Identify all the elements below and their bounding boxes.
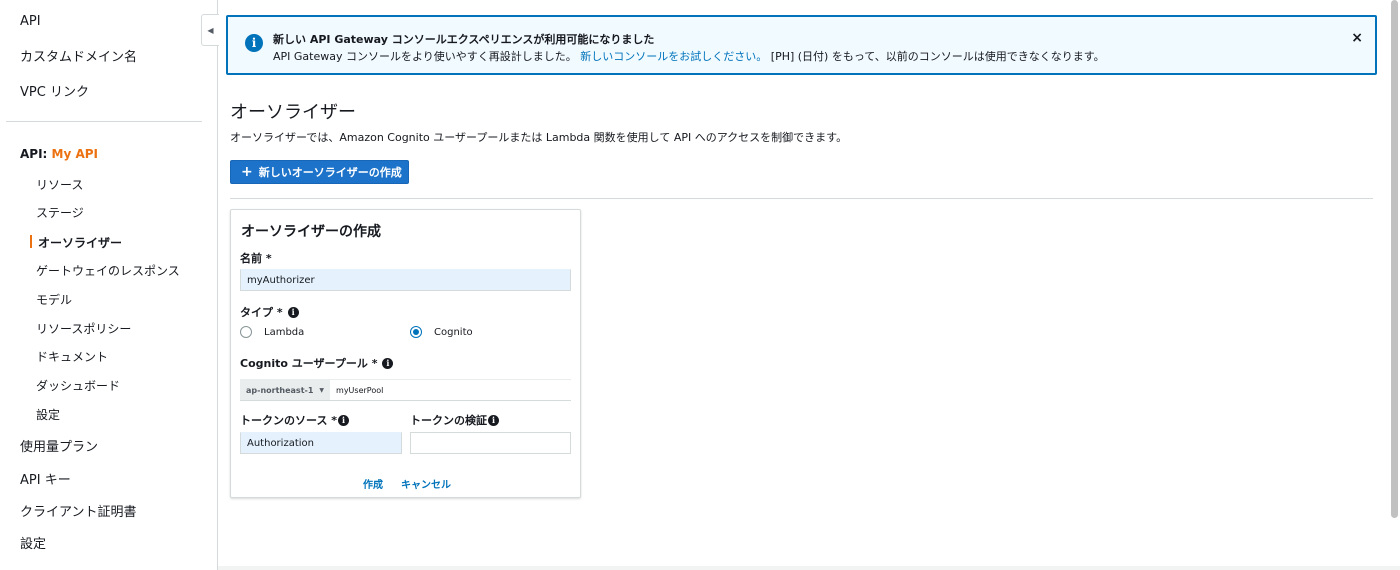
- radio-checked-icon: [410, 326, 422, 338]
- banner-title: 新しい API Gateway コンソールエクスペリエンスが利用可能になりました: [273, 33, 655, 46]
- sidebar-item-dashboard[interactable]: ダッシュボード: [36, 377, 120, 394]
- user-pool-info-icon[interactable]: i: [382, 357, 394, 369]
- banner-body-deadline: [PH] (日付) をもって、以前のコンソールは使用できなくなります。: [770, 50, 1105, 63]
- create-authorizer-button[interactable]: + 新しいオーソライザーの作成: [230, 160, 409, 184]
- create-authorizer-panel: オーソライザーの作成 名前 * myAuthorizer タイプ * i Lam…: [230, 209, 581, 498]
- user-pool-input[interactable]: myUserPool: [336, 386, 383, 395]
- active-indicator: [30, 235, 32, 248]
- info-icon: i: [245, 34, 263, 52]
- api-name-link[interactable]: My API: [52, 147, 99, 161]
- sidebar-item-resource-policy[interactable]: リソースポリシー: [36, 320, 131, 337]
- user-pool-field: ap-northeast-1 ▼ myUserPool: [240, 379, 571, 401]
- token-source-input[interactable]: Authorization: [240, 432, 402, 454]
- banner-body: API Gateway コンソールをより使いやすく再設計しました。 新しいコンソ…: [273, 48, 1105, 64]
- sidebar-item-stages[interactable]: ステージ: [36, 204, 84, 221]
- sidebar-item-api-settings[interactable]: 設定: [36, 406, 60, 423]
- cancel-button[interactable]: キャンセル: [401, 476, 451, 491]
- token-source-info-icon[interactable]: i: [338, 414, 350, 426]
- type-option-lambda: Lambda: [264, 326, 305, 338]
- caret-left-icon: ◀: [207, 25, 214, 35]
- page-scrollbar[interactable]: [1391, 0, 1398, 518]
- section-divider: [230, 198, 1373, 199]
- region-value: ap-northeast-1: [246, 385, 314, 395]
- sidebar-item-client-certificates[interactable]: クライアント証明書: [20, 501, 136, 520]
- sidebar-collapse-button[interactable]: ◀: [201, 14, 219, 46]
- api-prefix: API:: [20, 147, 52, 161]
- region-select[interactable]: ap-northeast-1 ▼: [240, 380, 331, 400]
- sidebar-item-vpc-link[interactable]: VPC リンク: [20, 81, 89, 100]
- bottom-edge: [218, 566, 1400, 570]
- banner-body-text: API Gateway コンソールをより使いやすく再設計しました。: [273, 50, 577, 63]
- page-description: オーソライザーでは、Amazon Cognito ユーザープールまたは Lamb…: [230, 131, 848, 144]
- user-pool-label: Cognito ユーザープール * i: [240, 355, 394, 371]
- token-validation-label: トークンの検証 i: [410, 412, 499, 428]
- sidebar-item-resources[interactable]: リソース: [36, 176, 83, 193]
- caret-down-icon: ▼: [319, 386, 325, 394]
- sidebar-divider: [6, 121, 202, 122]
- close-icon[interactable]: ×: [1351, 30, 1363, 46]
- create-authorizer-label: 新しいオーソライザーの作成: [258, 166, 402, 179]
- type-label: タイプ * i: [240, 304, 299, 320]
- sidebar-api-heading: API: My API: [20, 147, 98, 161]
- name-input[interactable]: myAuthorizer: [240, 269, 571, 291]
- token-source-label: トークンのソース * i: [240, 412, 350, 428]
- page-title: オーソライザー: [230, 102, 356, 123]
- type-radio-lambda[interactable]: Lambda: [240, 326, 304, 338]
- sidebar-item-api[interactable]: API: [20, 14, 41, 29]
- new-console-banner: i 新しい API Gateway コンソールエクスペリエンスが利用可能になりま…: [226, 15, 1377, 75]
- sidebar-item-gateway-responses[interactable]: ゲートウェイのレスポンス: [36, 262, 180, 279]
- plus-icon: +: [241, 164, 253, 180]
- type-info-icon[interactable]: i: [287, 306, 299, 318]
- radio-unchecked-icon: [240, 326, 252, 338]
- token-validation-input[interactable]: [410, 432, 571, 454]
- sidebar: API カスタムドメイン名 VPC リンク API: My API リソース ス…: [0, 0, 218, 570]
- create-button[interactable]: 作成: [363, 476, 383, 491]
- sidebar-item-custom-domain[interactable]: カスタムドメイン名: [20, 46, 137, 65]
- panel-title: オーソライザーの作成: [241, 224, 381, 240]
- type-radio-cognito[interactable]: Cognito: [410, 326, 473, 338]
- sidebar-item-settings[interactable]: 設定: [20, 533, 46, 552]
- sidebar-item-authorizers[interactable]: オーソライザー: [38, 234, 122, 251]
- name-label: 名前 *: [240, 252, 272, 265]
- sidebar-item-usage-plans[interactable]: 使用量プラン: [20, 436, 98, 455]
- sidebar-item-api-keys[interactable]: API キー: [20, 469, 71, 488]
- token-validation-info-icon[interactable]: i: [488, 414, 499, 426]
- type-option-cognito: Cognito: [434, 326, 473, 338]
- try-new-console-link[interactable]: 新しいコンソールをお試しください。: [580, 50, 767, 63]
- sidebar-item-documentation[interactable]: ドキュメント: [36, 348, 108, 365]
- sidebar-item-models[interactable]: モデル: [36, 291, 72, 308]
